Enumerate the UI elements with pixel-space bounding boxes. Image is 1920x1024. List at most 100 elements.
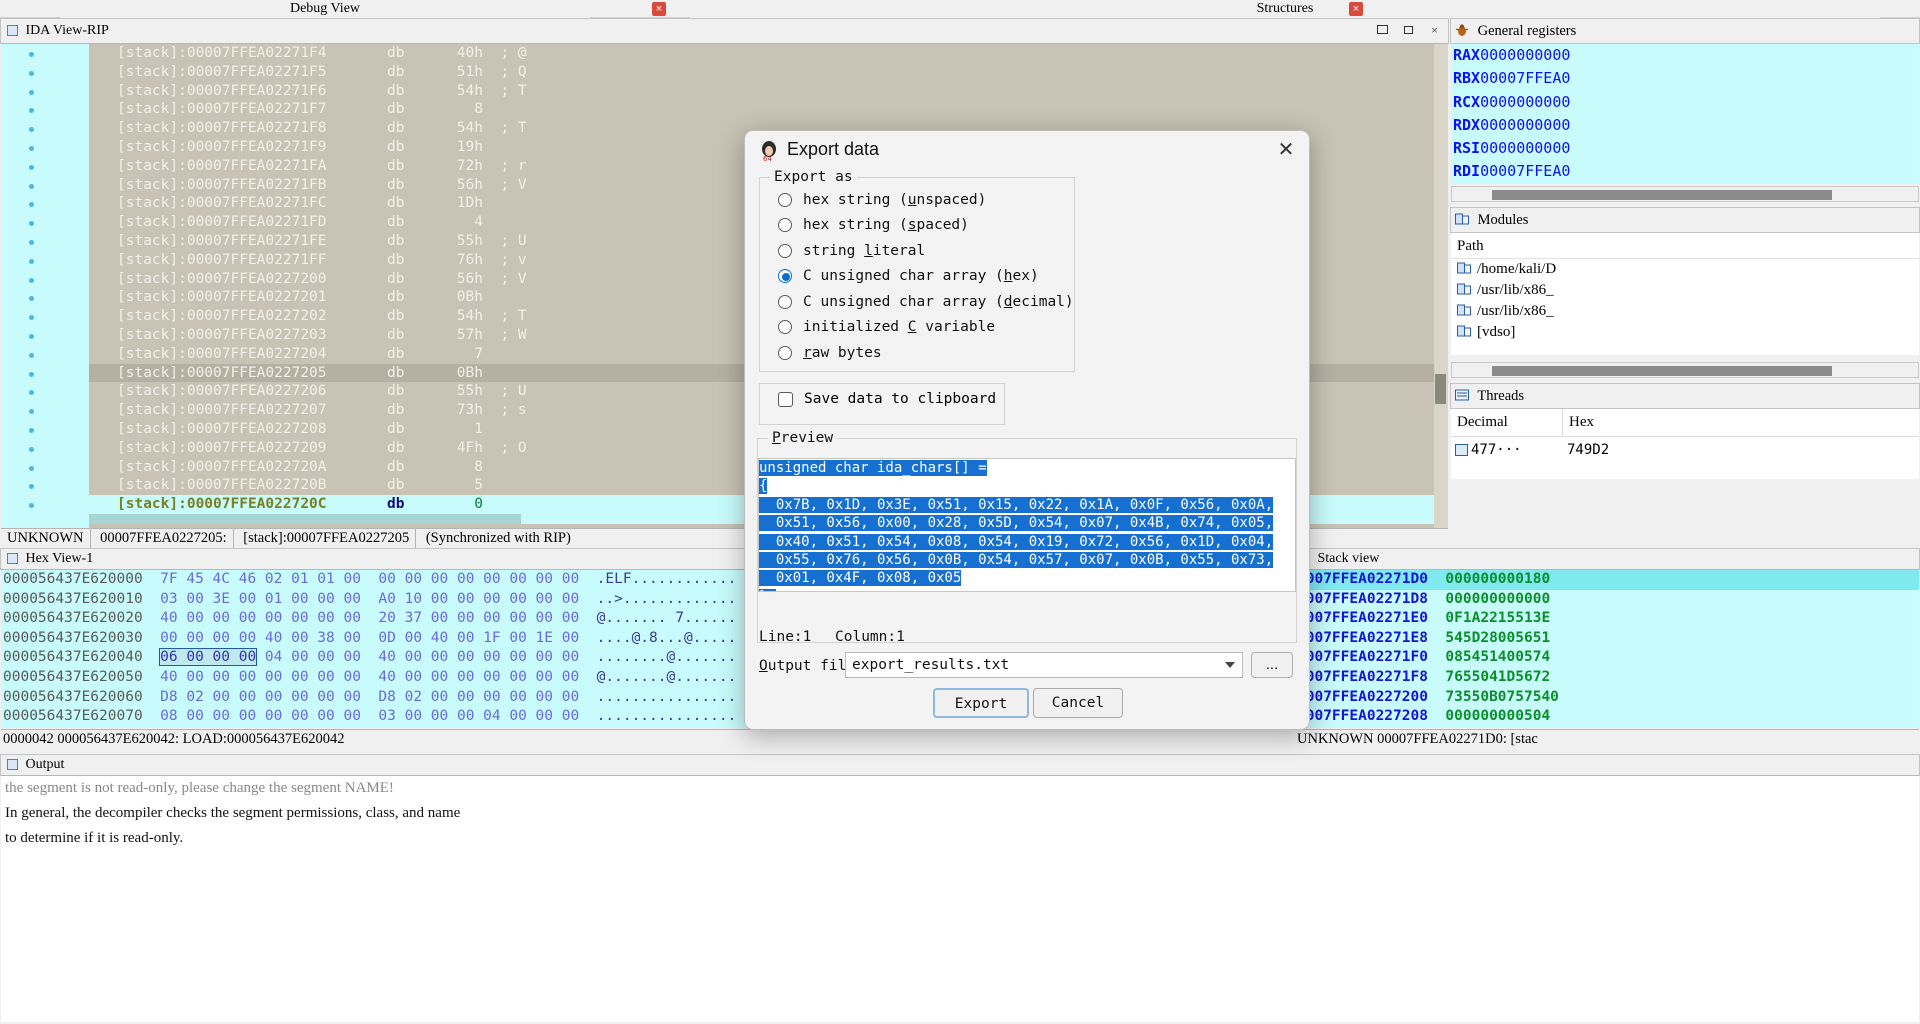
stack-row[interactable]: 0007FFEA0227200 73550B0757540 [1293, 688, 1919, 708]
breakpoint-dot-icon[interactable] [29, 164, 34, 170]
modules-hscroll-thumb[interactable] [1492, 366, 1832, 376]
export-option-1[interactable]: hex string (spaced) [760, 213, 1074, 239]
table-row[interactable]: 477··· 749D2 [1451, 437, 1919, 463]
dialog-close-icon[interactable]: ✕ [1273, 138, 1299, 164]
export-option-5[interactable]: initialized C variable [760, 315, 1074, 341]
modules-hscrollbar[interactable] [1451, 362, 1919, 378]
radio-4[interactable] [778, 294, 792, 309]
list-item[interactable]: [vdso] [1451, 322, 1919, 343]
disassembly-scrollbar[interactable] [1434, 44, 1448, 528]
hex-panel-pin-icon[interactable] [7, 553, 18, 565]
list-item[interactable]: /usr/lib/x86_ [1451, 301, 1919, 322]
breakpoint-dot-icon[interactable] [29, 503, 34, 509]
stack-row[interactable]: 0007FFEA02271D0 000000000180 [1293, 570, 1919, 590]
modules-list[interactable]: Path /home/kali/D/usr/lib/x86_ /usr/lib/x… [1451, 233, 1919, 355]
output-panel-pin-icon[interactable] [7, 759, 18, 771]
breakpoint-dot-icon[interactable] [29, 484, 34, 490]
breakpoint-dot-icon[interactable] [29, 296, 34, 302]
register-row[interactable]: RBX00007FFEA0 [1451, 67, 1919, 90]
registers-hscrollbar[interactable] [1451, 186, 1919, 202]
save-to-clipboard-checkbox[interactable] [778, 391, 793, 407]
breakpoint-dot-icon[interactable] [29, 390, 34, 396]
radio-5[interactable] [778, 320, 792, 335]
threads-column-hex[interactable]: Hex [1563, 409, 1919, 436]
breakpoint-dot-icon[interactable] [29, 89, 34, 95]
breakpoint-dot-icon[interactable] [29, 334, 34, 339]
breakpoint-dot-icon[interactable] [29, 446, 34, 452]
registers-rows[interactable]: RAX0000000000 RBX00007FFEA0 RCX0000000000 R… [1451, 44, 1919, 184]
breakpoint-dot-icon[interactable] [29, 127, 34, 133]
stack-row[interactable]: 0007FFEA02271E8 545D28005651 [1293, 629, 1919, 649]
breakpoint-dot-icon[interactable] [29, 221, 34, 227]
register-row[interactable]: RCX0000000000 [1451, 91, 1919, 114]
disassembly-operand: 4Fh [456, 439, 483, 456]
export-option-4[interactable]: C unsigned char array (decimal) [760, 289, 1074, 315]
registers-hscroll-thumb[interactable] [1492, 190, 1832, 200]
breakpoint-dot-icon[interactable] [29, 315, 34, 321]
tab-debug-view-close-icon[interactable]: × [652, 2, 666, 16]
register-row[interactable]: RSI0000000000 [1451, 137, 1919, 160]
breakpoint-dot-icon[interactable] [29, 371, 34, 377]
stack-row[interactable]: 0007FFEA02271D8 000000000000 [1293, 590, 1919, 610]
export-option-0[interactable]: hex string (unspaced) [760, 187, 1074, 213]
stack-row[interactable]: 0007FFEA02271F8 7655041D5672 [1293, 668, 1919, 688]
export-option-3[interactable]: C unsigned char array (hex) [760, 264, 1074, 290]
maximize-icon[interactable] [1401, 23, 1416, 38]
stack-rows[interactable]: 0007FFEA02271D0 000000000180 0007FFEA0227… [1293, 570, 1919, 728]
stack-row[interactable]: 0007FFEA0227208 000000000504 [1293, 707, 1919, 727]
tab-debug-view[interactable]: Debug View [60, 0, 590, 18]
cancel-button[interactable]: Cancel [1033, 688, 1123, 718]
breakpoint-dot-icon[interactable] [29, 146, 34, 151]
tab-structures[interactable]: Structures [690, 0, 1880, 18]
register-row[interactable]: RDX0000000000 [1451, 114, 1919, 137]
breakpoint-dot-icon[interactable] [29, 183, 34, 189]
save-to-clipboard-row[interactable]: Save data to clipboard [760, 384, 1004, 414]
radio-1[interactable] [778, 218, 792, 233]
breakpoint-dot-icon[interactable] [29, 428, 34, 433]
disassembly-row[interactable]: [stack]:00007FFEA02271F4 db 40h ; @ [89, 44, 1448, 63]
stack-row[interactable]: 0007FFEA02271F0 085451400574 [1293, 648, 1919, 668]
radio-2[interactable] [778, 243, 792, 258]
register-row[interactable]: RAX0000000000 [1451, 44, 1919, 67]
radio-0[interactable] [778, 192, 792, 207]
preview-line: 0x7B, 0x1D, 0x3E, 0x51, 0x15, 0x22, 0x1A… [759, 496, 1274, 513]
breakpoint-dot-icon[interactable] [29, 240, 34, 245]
panel-pin-icon[interactable] [7, 25, 18, 37]
list-item[interactable]: /usr/lib/x86_ [1451, 280, 1919, 301]
disassembly-row[interactable]: [stack]:00007FFEA02271F5 db 51h ; Q [89, 63, 1448, 82]
list-item[interactable]: /home/kali/D [1451, 259, 1919, 280]
chevron-down-icon[interactable] [1225, 662, 1235, 668]
export-button[interactable]: Export [933, 688, 1029, 718]
export-option-2[interactable]: string literal [760, 238, 1074, 264]
preview-textarea[interactable]: unsigned char ida_chars[] = { 0x7B, 0x1D,… [758, 458, 1296, 592]
breakpoint-dot-icon[interactable] [29, 465, 34, 471]
disassembly-scroll-thumb[interactable] [1435, 374, 1446, 404]
disassembly-row[interactable]: [stack]:00007FFEA02271F6 db 54h ; T [89, 82, 1448, 101]
breakpoint-dot-icon[interactable] [29, 277, 34, 283]
disassembly-address: [stack]:00007FFEA02271F4 [117, 45, 327, 61]
threads-table[interactable]: Decimal Hex 477··· 749D2 [1451, 409, 1919, 479]
stack-row[interactable]: 0007FFEA02271E0 0F1A2215513E [1293, 609, 1919, 629]
breakpoint-dot-icon[interactable] [29, 70, 34, 76]
output-text[interactable]: the segment is not read-only, please cha… [1, 776, 1919, 1022]
disassembly-row[interactable]: [stack]:00007FFEA02271F7 db 8 [89, 100, 1448, 119]
disassembly-operand: 54h [456, 82, 483, 99]
radio-3[interactable] [778, 269, 792, 284]
breakpoint-dot-icon[interactable] [29, 202, 34, 208]
register-row[interactable]: RDI00007FFEA0 [1451, 160, 1919, 183]
restore-icon[interactable] [1375, 23, 1390, 38]
breakpoint-dot-icon[interactable] [29, 52, 34, 57]
export-option-6[interactable]: raw bytes [760, 340, 1074, 366]
modules-column-header[interactable]: Path [1451, 233, 1919, 259]
breakpoint-dot-icon[interactable] [29, 409, 34, 415]
breakpoint-dot-icon[interactable] [29, 258, 34, 264]
disassembly-address: [stack]:00007FFEA02271F5 [117, 63, 327, 80]
radio-6[interactable] [778, 345, 792, 360]
output-file-combobox[interactable]: export_results.txt [845, 652, 1243, 678]
tab-structures-close-icon[interactable]: × [1349, 2, 1363, 16]
breakpoint-dot-icon[interactable] [29, 352, 34, 358]
close-icon[interactable]: × [1427, 23, 1442, 38]
threads-column-decimal[interactable]: Decimal [1451, 409, 1563, 436]
browse-button[interactable]: ... [1251, 652, 1293, 678]
breakpoint-dot-icon[interactable] [29, 108, 34, 114]
